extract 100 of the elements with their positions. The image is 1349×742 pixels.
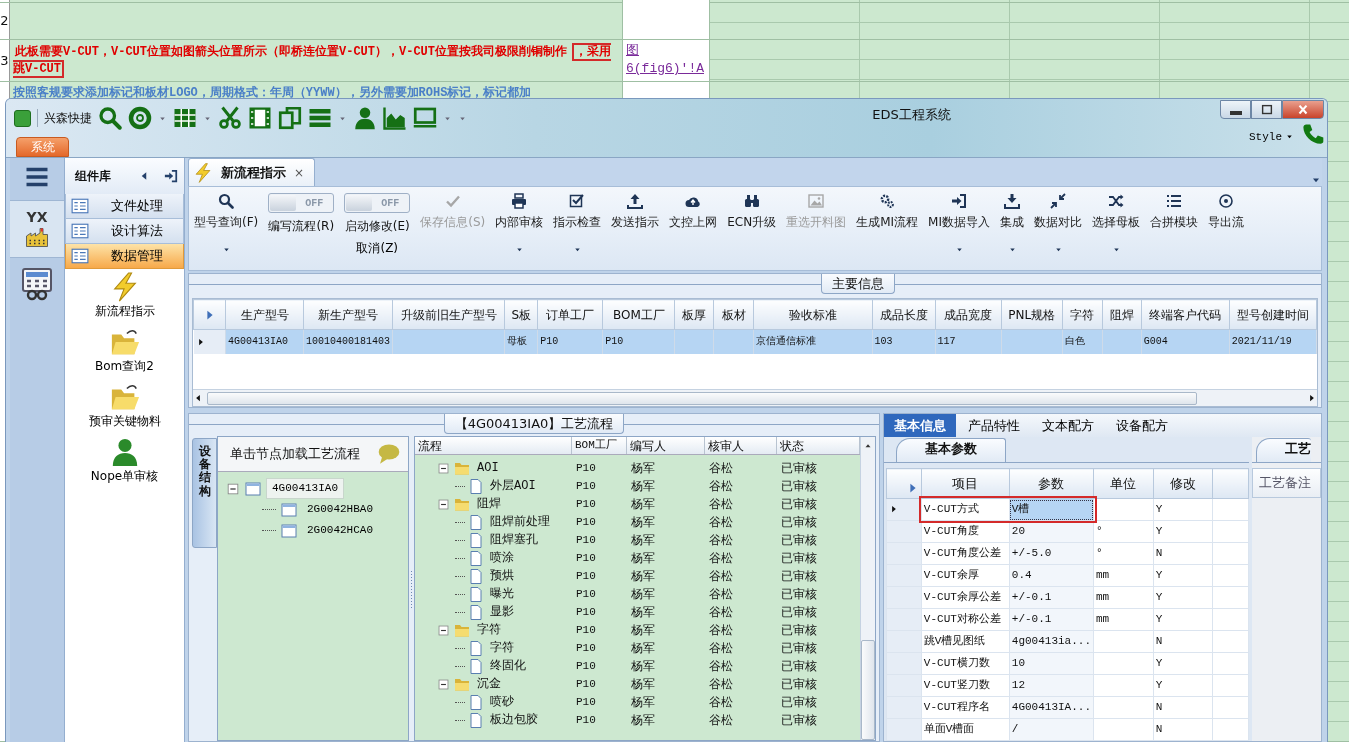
- list-icon[interactable]: [308, 106, 332, 130]
- section-tab[interactable]: 工艺: [1256, 438, 1311, 462]
- copy-icon[interactable]: [278, 106, 302, 130]
- ribbon-button[interactable]: 集成: [995, 193, 1029, 254]
- column-header[interactable]: 成品长度: [872, 299, 936, 330]
- column-header[interactable]: 工艺备注: [1252, 468, 1321, 498]
- tree-item[interactable]: 阻焊塞孔: [487, 531, 538, 549]
- search-icon[interactable]: [98, 106, 122, 130]
- tree-item[interactable]: 字符: [487, 639, 514, 657]
- scrollbar[interactable]: [193, 389, 1317, 406]
- tree-item[interactable]: 沉金: [474, 675, 501, 693]
- collapse-icon[interactable]: [437, 677, 450, 691]
- column-header[interactable]: S板: [504, 299, 538, 330]
- collapse-icon[interactable]: [437, 497, 450, 511]
- column-header[interactable]: 核审人: [705, 437, 777, 454]
- ribbon-button[interactable]: 生成MI流程: [851, 193, 924, 231]
- column-header[interactable]: 型号创建时间: [1229, 299, 1317, 330]
- column-header[interactable]: 项目: [921, 468, 1010, 499]
- tree-item[interactable]: 喷砂: [487, 693, 514, 711]
- style-menu[interactable]: Style: [1249, 128, 1294, 145]
- app-logo: [14, 109, 31, 127]
- column-header[interactable]: 编写人: [627, 437, 705, 454]
- film-icon[interactable]: [248, 106, 272, 130]
- column-header[interactable]: BOM工厂: [602, 299, 675, 330]
- column-header[interactable]: 板厚: [674, 299, 714, 330]
- tree-item[interactable]: 曝光: [487, 585, 514, 603]
- pin-icon[interactable]: [164, 169, 178, 183]
- panel-tab[interactable]: 基本信息: [884, 414, 956, 437]
- column-header[interactable]: 流程: [415, 437, 572, 454]
- tree-item[interactable]: 喷涂: [487, 549, 514, 567]
- monitor-icon[interactable]: [413, 106, 437, 130]
- category-item[interactable]: 设计算法: [65, 219, 184, 244]
- ribbon-button[interactable]: 导出流: [1203, 193, 1249, 231]
- document-tab[interactable]: 新流程指示 ×: [188, 158, 316, 186]
- collapse-icon[interactable]: [437, 461, 450, 475]
- column-header[interactable]: 参数: [1009, 468, 1094, 499]
- table-cell: Y: [1155, 657, 1163, 670]
- column-header[interactable]: 单位: [1093, 468, 1154, 499]
- ribbon-button[interactable]: 合拼模块: [1145, 193, 1203, 231]
- component-item[interactable]: Nope单审核: [65, 434, 184, 489]
- component-item[interactable]: Bom查询2: [65, 324, 184, 379]
- tree-item[interactable]: 板边包胶: [487, 711, 538, 729]
- column-header[interactable]: 订单工厂: [537, 299, 603, 330]
- panel-tab[interactable]: 文本配方: [1032, 414, 1104, 437]
- maximize-button[interactable]: [1251, 100, 1282, 119]
- person-icon[interactable]: [353, 106, 377, 130]
- module-button[interactable]: YX: [10, 200, 64, 258]
- tree-item[interactable]: 预烘: [487, 567, 514, 585]
- table-icon[interactable]: [173, 106, 197, 130]
- ribbon-button[interactable]: 型号查询(F): [189, 193, 264, 254]
- ribbon-button[interactable]: 发送指示: [606, 193, 665, 231]
- column-header[interactable]: 终端客户代码: [1141, 299, 1230, 330]
- cell-link[interactable]: 图6(fig6)'!A: [626, 42, 706, 78]
- column-header[interactable]: 生产型号: [225, 299, 304, 330]
- tree-item[interactable]: 字符: [474, 621, 501, 639]
- ribbon-button[interactable]: 选择母板: [1087, 193, 1145, 254]
- category-item[interactable]: 文件处理: [65, 194, 184, 219]
- tree-item[interactable]: 终固化: [487, 657, 526, 675]
- panel-tab[interactable]: 设备配方: [1106, 414, 1178, 437]
- column-header[interactable]: PNL规格: [1001, 299, 1063, 330]
- column-header[interactable]: 新生产型号: [303, 299, 393, 330]
- column-header[interactable]: 阻焊: [1102, 299, 1142, 330]
- ribbon-button[interactable]: ECN升级: [722, 193, 782, 231]
- tree-item[interactable]: 显影: [487, 603, 514, 621]
- component-item[interactable]: 预审关键物料: [65, 379, 184, 434]
- panel-tab[interactable]: 产品特性: [958, 414, 1030, 437]
- column-header[interactable]: 成品宽度: [935, 299, 1002, 330]
- tree-item[interactable]: 4G00413IA0: [266, 478, 344, 499]
- tree-item[interactable]: AOI: [474, 459, 499, 477]
- scrollbar[interactable]: [860, 437, 875, 740]
- column-header[interactable]: 字符: [1062, 299, 1103, 330]
- column-header[interactable]: BOM工厂: [572, 437, 627, 454]
- ribbon-button[interactable]: 指示检查: [548, 193, 607, 254]
- chart-icon[interactable]: [383, 106, 407, 130]
- phone-icon[interactable]: [1302, 123, 1324, 145]
- ribbon-button[interactable]: 文控上网: [664, 193, 723, 231]
- tree-item[interactable]: 2G0042HBA0: [302, 500, 378, 519]
- column-header[interactable]: 升级前旧生产型号: [392, 299, 505, 330]
- minimize-button[interactable]: [1220, 100, 1251, 119]
- table-cell: 杨军: [631, 677, 655, 691]
- ribbon-button[interactable]: MI数据导入: [923, 193, 995, 254]
- tree-item[interactable]: 外层AOI: [487, 477, 536, 495]
- cancel-button[interactable]: 取消(Z): [356, 239, 399, 257]
- component-item[interactable]: 新流程指示: [65, 269, 184, 324]
- section-tab[interactable]: 基本参数: [896, 438, 1006, 462]
- close-icon[interactable]: ×: [294, 163, 305, 182]
- column-header[interactable]: 板材: [713, 299, 754, 330]
- ribbon-button[interactable]: 内部审核: [490, 193, 549, 254]
- scissors-icon[interactable]: [218, 106, 242, 130]
- category-item[interactable]: 数据管理: [65, 244, 184, 269]
- column-header[interactable]: 验收标准: [753, 299, 873, 330]
- column-header[interactable]: 修改: [1153, 468, 1213, 499]
- collapse-icon[interactable]: [437, 623, 450, 637]
- tree-item[interactable]: 阻焊: [474, 495, 501, 513]
- lifebuoy-icon[interactable]: [128, 106, 152, 130]
- close-button[interactable]: [1282, 100, 1324, 119]
- side-tab[interactable]: 设备结构: [192, 438, 217, 548]
- tree-item[interactable]: 2G0042HCA0: [302, 521, 378, 540]
- tree-item[interactable]: 阻焊前处理: [487, 513, 550, 531]
- ribbon-button[interactable]: 数据对比: [1029, 193, 1087, 254]
